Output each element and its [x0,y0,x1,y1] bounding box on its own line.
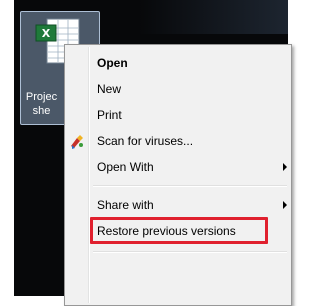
file-name-label: Projec she [14,90,69,118]
menu-item-label: Share with [97,198,154,212]
context-menu: Open New Print Scan for viruses... Open … [64,44,292,306]
menu-item-label: Open [97,56,128,70]
menu-item-label: New [97,82,122,96]
submenu-arrow-icon [283,163,287,171]
file-name-line2: she [32,105,51,117]
svg-text:X: X [42,27,51,40]
highlight-box [90,217,268,244]
menu-item-open-with[interactable]: Open With [65,155,289,179]
menu-item-label: Print [97,108,122,122]
file-name-line1: Projec [25,91,58,103]
antivirus-icon [71,135,83,149]
menu-item-open[interactable]: Open [65,51,289,75]
menu-item-label: Scan for viruses... [97,134,194,148]
menu-item-scan-for-viruses[interactable]: Scan for viruses... [65,129,289,153]
menu-item-new[interactable]: New [65,77,289,101]
submenu-arrow-icon [283,201,287,209]
menu-separator [93,251,287,253]
desktop-background-glow [138,0,288,34]
menu-item-share-with[interactable]: Share with [65,193,289,217]
menu-item-label: Open With [97,160,154,174]
menu-item-print[interactable]: Print [65,103,289,127]
menu-separator [93,185,287,187]
